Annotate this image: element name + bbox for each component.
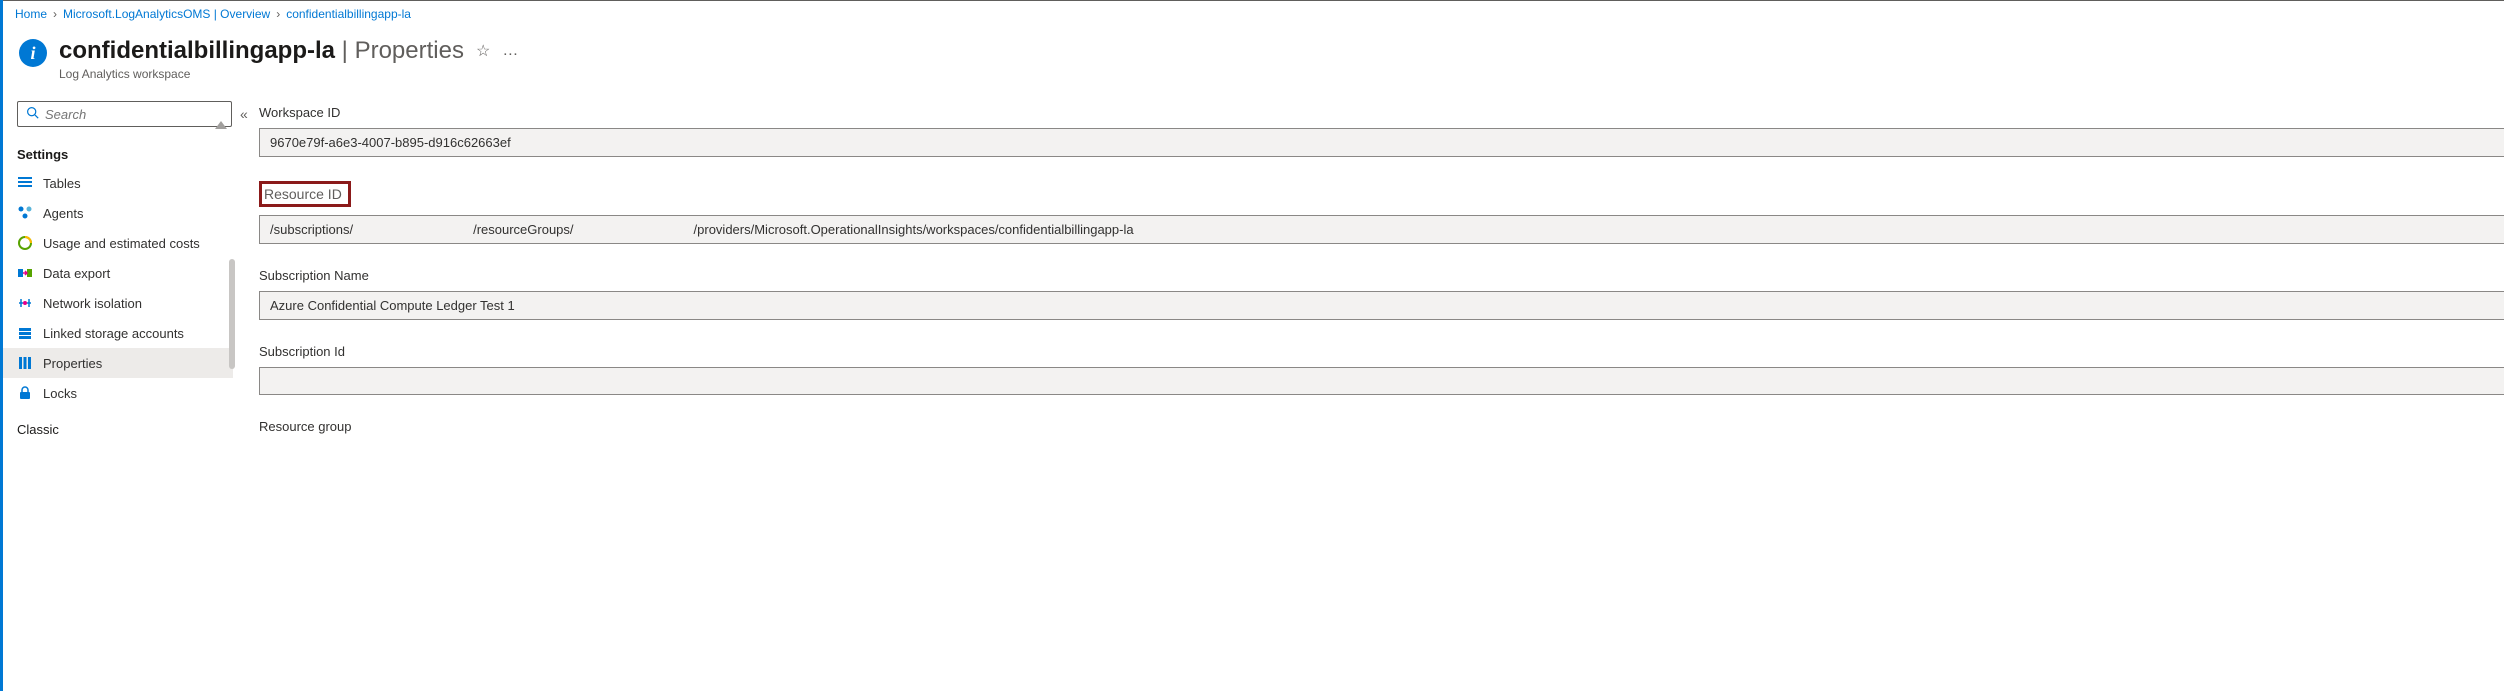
sidebar-item-label: Data export xyxy=(43,266,110,281)
scroll-up-icon[interactable] xyxy=(215,121,227,129)
field-label: Workspace ID xyxy=(259,105,2504,120)
field-workspace-id: Workspace ID 9670e79f-a6e3-4007-b895-d91… xyxy=(259,105,2504,157)
sidebar-item-label: Usage and estimated costs xyxy=(43,236,200,251)
field-label: Resource group xyxy=(259,419,2504,434)
chevron-right-icon: › xyxy=(276,7,280,21)
tables-icon xyxy=(17,175,33,191)
field-label-highlighted: Resource ID xyxy=(259,181,351,207)
sidebar-item-linked-storage[interactable]: Linked storage accounts xyxy=(3,318,233,348)
subscription-id-value[interactable] xyxy=(259,367,2504,395)
field-resource-id: Resource ID /subscriptions/ /resourceGro… xyxy=(259,181,2504,244)
field-subscription-name: Subscription Name Azure Confidential Com… xyxy=(259,268,2504,320)
search-box[interactable] xyxy=(17,101,232,127)
sidebar-section-settings: Settings xyxy=(3,139,233,168)
sidebar-item-network-isolation[interactable]: Network isolation xyxy=(3,288,233,318)
network-isolation-icon xyxy=(17,295,33,311)
breadcrumb: Home › Microsoft.LogAnalyticsOMS | Overv… xyxy=(3,1,2504,27)
linked-storage-icon xyxy=(17,325,33,341)
info-icon: i xyxy=(19,39,47,67)
properties-icon xyxy=(17,355,33,371)
sidebar-item-agents[interactable]: Agents xyxy=(3,198,233,228)
chevron-right-icon: › xyxy=(53,7,57,21)
lock-icon xyxy=(17,385,33,401)
sidebar-item-label: Tables xyxy=(43,176,81,191)
field-label: Subscription Id xyxy=(259,344,2504,359)
breadcrumb-home[interactable]: Home xyxy=(15,7,47,21)
sidebar-scrollbar[interactable] xyxy=(229,259,235,369)
resource-id-value[interactable]: /subscriptions/ /resourceGroups/ /provid… xyxy=(259,215,2504,244)
search-icon xyxy=(26,106,39,122)
sidebar-item-label: Linked storage accounts xyxy=(43,326,184,341)
sidebar-section-classic: Classic xyxy=(3,408,233,443)
search-input[interactable] xyxy=(45,107,223,122)
breadcrumb-current[interactable]: confidentialbillingapp-la xyxy=(286,7,411,21)
sidebar-item-label: Agents xyxy=(43,206,83,221)
subscription-name-value[interactable]: Azure Confidential Compute Ledger Test 1 xyxy=(259,291,2504,320)
main-content: Workspace ID 9670e79f-a6e3-4007-b895-d91… xyxy=(235,97,2504,691)
field-resource-group: Resource group xyxy=(259,419,2504,434)
sidebar-item-label: Properties xyxy=(43,356,102,371)
usage-icon xyxy=(17,235,33,251)
more-ellipsis-icon[interactable]: … xyxy=(502,42,518,60)
data-export-icon xyxy=(17,265,33,281)
workspace-id-value[interactable]: 9670e79f-a6e3-4007-b895-d916c62663ef xyxy=(259,128,2504,157)
sidebar-item-label: Locks xyxy=(43,386,77,401)
page-header: i confidentialbillingapp-la | Properties… xyxy=(3,27,2504,97)
sidebar-item-properties[interactable]: Properties xyxy=(3,348,233,378)
page-title: confidentialbillingapp-la | Properties xyxy=(59,37,464,65)
sidebar: « Settings Tables Agents xyxy=(3,97,235,691)
field-subscription-id: Subscription Id xyxy=(259,344,2504,395)
collapse-sidebar-icon[interactable]: « xyxy=(240,106,248,122)
agents-icon xyxy=(17,205,33,221)
sidebar-nav: Settings Tables Agents xyxy=(3,139,233,443)
sidebar-item-locks[interactable]: Locks xyxy=(3,378,233,408)
page-subtitle: Log Analytics workspace xyxy=(59,67,518,81)
field-label: Subscription Name xyxy=(259,268,2504,283)
favorite-star-icon[interactable]: ☆ xyxy=(476,41,490,61)
sidebar-item-label: Network isolation xyxy=(43,296,142,311)
sidebar-item-data-export[interactable]: Data export xyxy=(3,258,233,288)
sidebar-item-tables[interactable]: Tables xyxy=(3,168,233,198)
sidebar-item-usage[interactable]: Usage and estimated costs xyxy=(3,228,233,258)
breadcrumb-overview[interactable]: Microsoft.LogAnalyticsOMS | Overview xyxy=(63,7,270,21)
